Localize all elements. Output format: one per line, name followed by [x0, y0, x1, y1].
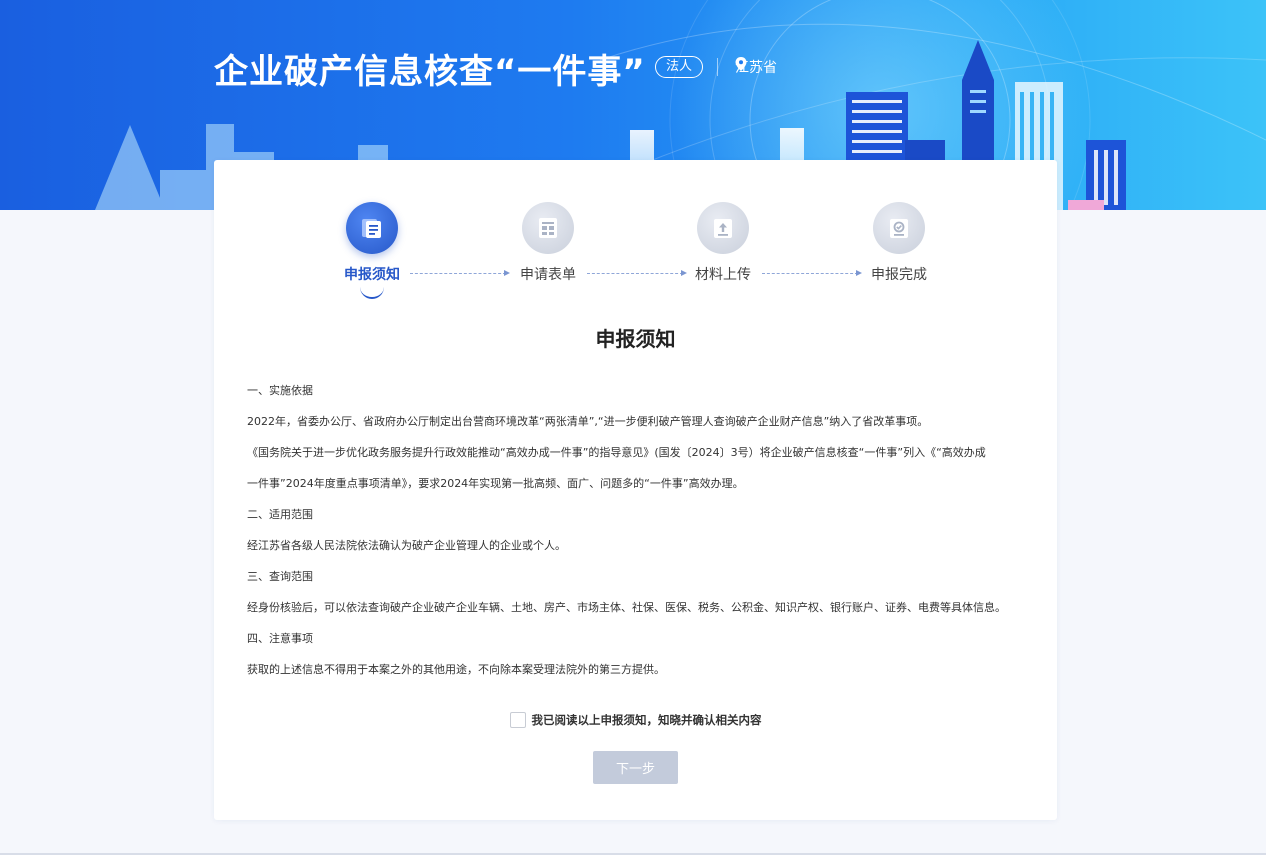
step-upload[interactable]: 材料上传	[663, 202, 783, 284]
step-circle	[697, 202, 749, 254]
notice-paragraph: 获取的上述信息不得用于本案之外的其他用途，不向除本案受理法院外的第三方提供。	[247, 663, 665, 676]
form-icon	[539, 218, 557, 238]
section-heading: 二、适用范围	[247, 508, 313, 521]
next-step-button[interactable]: 下一步	[593, 751, 678, 784]
main-card: 申报须知 申请表单 材料上传 申报完成 申报须知 一、实施依据 2022年，省委…	[214, 160, 1057, 820]
confirm-agreement[interactable]: 我已阅读以上申报须知，知晓并确认相关内容	[214, 712, 1057, 728]
step-label: 申报须知	[344, 267, 400, 283]
upload-icon	[714, 219, 732, 238]
step-circle	[522, 202, 574, 254]
notice-title: 申报须知	[595, 327, 676, 351]
map-pin-icon	[735, 57, 747, 71]
section-heading: 四、注意事项	[247, 632, 313, 645]
header-divider	[717, 58, 718, 76]
confirm-label: 我已阅读以上申报须知，知晓并确认相关内容	[531, 713, 762, 727]
active-step-indicator	[360, 287, 384, 299]
page-title: 企业破产信息核查“一件事”	[214, 52, 646, 92]
notice-paragraph: 一件事”2024年度重点事项清单》，要求2024年实现第一批高频、面广、问题多的…	[247, 477, 744, 490]
notice-paragraph: 《国务院关于进一步优化政务服务提升行政效能推动“高效办成一件事”的指导意见》(国…	[247, 446, 986, 459]
step-label: 申请表单	[520, 267, 576, 283]
role-badge[interactable]: 法人	[655, 56, 704, 78]
step-complete[interactable]: 申报完成	[839, 202, 959, 284]
section-heading: 一、实施依据	[247, 384, 313, 397]
notice-paragraph: 经江苏省各级人民法院依法确认为破产企业管理人的企业或个人。	[247, 539, 566, 552]
step-circle	[873, 202, 925, 254]
progress-steps: 申报须知 申请表单 材料上传 申报完成	[214, 202, 1057, 299]
notice-icon	[362, 219, 381, 238]
location-selector[interactable]: 江苏省	[735, 57, 777, 77]
step-label: 材料上传	[695, 267, 751, 283]
notice-paragraph: 经身份核验后，可以依法查询破产企业破产企业车辆、土地、房产、市场主体、社保、医保…	[247, 601, 1006, 614]
section-heading: 三、查询范围	[247, 570, 313, 583]
step-form[interactable]: 申请表单	[488, 202, 608, 284]
step-circle	[346, 202, 398, 254]
notice-paragraph: 2022年，省委办公厅、省政府办公厅制定出台营商环境改革“两张清单”,“进一步便…	[247, 415, 929, 428]
confirm-checkbox[interactable]	[509, 712, 526, 728]
complete-icon	[890, 219, 908, 238]
notice-content: 一、实施依据 2022年，省委办公厅、省政府办公厅制定出台营商环境改革“两张清单…	[247, 375, 1027, 685]
step-label: 申报完成	[871, 267, 927, 283]
step-notice[interactable]: 申报须知	[312, 202, 432, 299]
